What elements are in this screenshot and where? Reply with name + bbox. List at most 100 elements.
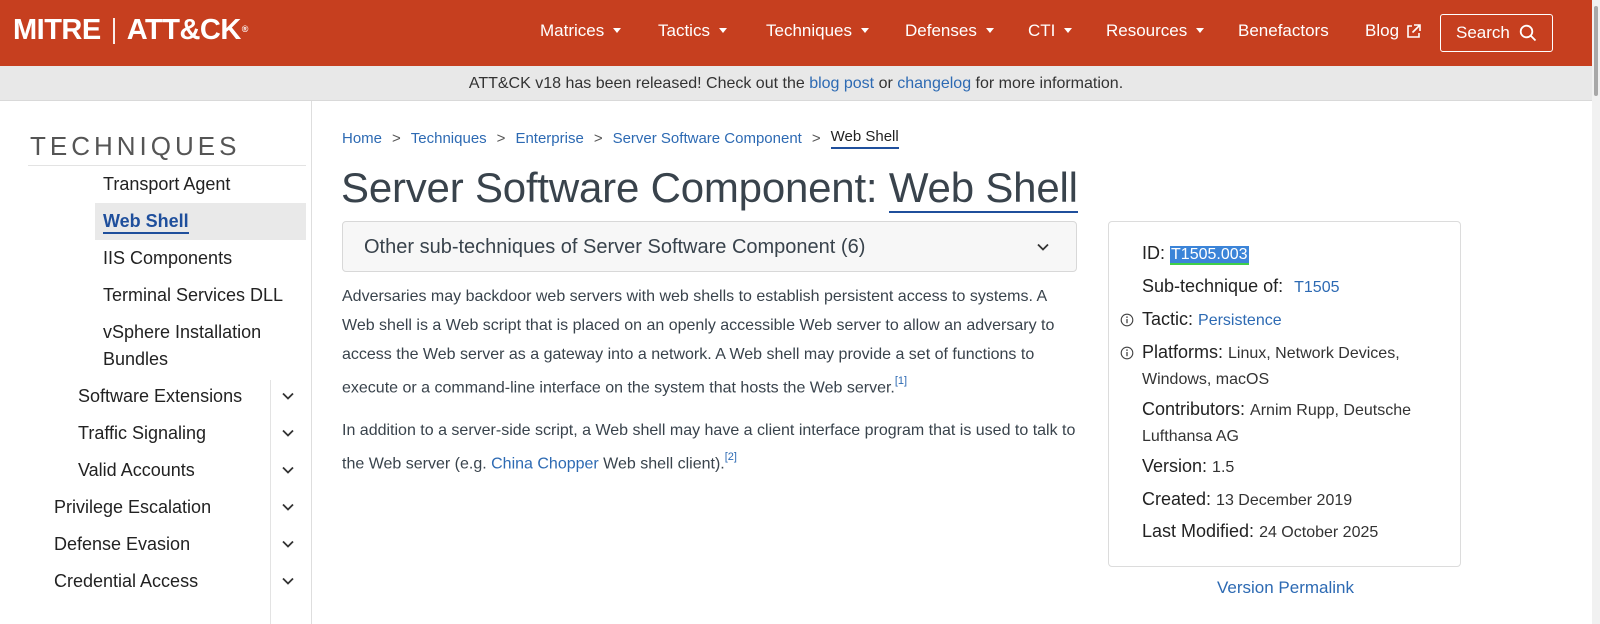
- breadcrumb-server-software-component[interactable]: Server Software Component: [613, 130, 802, 147]
- external-link-icon: [1407, 23, 1421, 38]
- sidebar-item-valid-accounts[interactable]: Valid Accounts: [78, 460, 195, 481]
- chevron-down-icon[interactable]: [281, 426, 295, 440]
- page-title-subtechnique: Web Shell: [888, 164, 1078, 213]
- breadcrumb-techniques[interactable]: Techniques: [411, 130, 487, 147]
- description-text: Web shell client).: [598, 455, 725, 473]
- sidebar-item-vsphere-installation[interactable]: vSphere Installation: [103, 322, 261, 343]
- breadcrumb-separator: >: [496, 130, 506, 147]
- chevron-down-icon[interactable]: [281, 537, 295, 551]
- card-modified-label: Last Modified:: [1142, 521, 1260, 541]
- logo-divider: [112, 17, 115, 44]
- china-chopper-link[interactable]: China Chopper: [491, 455, 599, 472]
- version-permalink-link[interactable]: Version Permalink: [1217, 578, 1354, 598]
- banner-text-mid: or: [874, 75, 898, 92]
- sidebar-item-iis-components[interactable]: IIS Components: [103, 248, 232, 269]
- card-version-row: Version: 1.5: [1142, 456, 1234, 477]
- page-title: Server Software Component: Web Shell: [341, 164, 1078, 213]
- nav-resources[interactable]: Resources: [1106, 21, 1205, 41]
- info-icon[interactable]: [1120, 346, 1134, 360]
- caret-down-icon: [861, 27, 870, 33]
- nav-tactics[interactable]: Tactics: [658, 21, 727, 41]
- breadcrumb-separator: >: [593, 130, 603, 147]
- nav-defenses-label: Defenses: [905, 21, 977, 40]
- nav-blog[interactable]: Blog: [1365, 21, 1421, 41]
- description-paragraph-1: Adversaries may backdoor web servers wit…: [342, 282, 1077, 402]
- card-subtechnique-label: Sub-technique of:: [1142, 276, 1284, 296]
- description-text: Adversaries may backdoor web servers wit…: [342, 288, 1055, 397]
- card-modified-value: 24 October 2025: [1259, 524, 1379, 541]
- sidebar-item-vsphere-bundles[interactable]: Bundles: [103, 349, 168, 370]
- banner-changelog-link[interactable]: changelog: [897, 75, 971, 92]
- nav-blog-label: Blog: [1365, 21, 1400, 40]
- card-id-row: ID: T1505.003: [1142, 243, 1249, 265]
- reference-2-link[interactable]: [2]: [725, 451, 737, 463]
- chevron-down-icon[interactable]: [281, 463, 295, 477]
- sidebar-item-label: Credential Access: [54, 571, 199, 591]
- reference-1-link[interactable]: [1]: [895, 375, 907, 387]
- chevron-down-icon[interactable]: [281, 500, 295, 514]
- nav-defenses[interactable]: Defenses: [905, 21, 994, 41]
- nav-benefactors-label: Benefactors: [1238, 21, 1329, 40]
- technique-info-card: [1108, 221, 1461, 567]
- sidebar-item-transport-agent[interactable]: Transport Agent: [103, 174, 230, 195]
- sidebar-item-label: Web Shell: [103, 211, 189, 234]
- sidebar-divider: [270, 380, 271, 624]
- sidebar-item-web-shell[interactable]: Web Shell: [103, 211, 189, 234]
- nav-cti[interactable]: CTI: [1028, 21, 1073, 41]
- banner-text-after: for more information.: [971, 75, 1124, 92]
- chevron-down-icon: [1037, 243, 1049, 251]
- nav-tactics-label: Tactics: [658, 21, 710, 40]
- card-modified-row: Last Modified: 24 October 2025: [1142, 521, 1378, 542]
- banner-blog-post-link[interactable]: blog post: [809, 75, 874, 92]
- card-version-label: Version:: [1142, 456, 1213, 476]
- search-button-label: Search: [1456, 23, 1510, 42]
- caret-down-icon: [718, 27, 727, 33]
- nav-benefactors[interactable]: Benefactors: [1238, 21, 1329, 41]
- sidebar-item-label: vSphere Installation: [103, 322, 262, 342]
- card-tactic-link[interactable]: Persistence: [1198, 312, 1282, 329]
- sidebar-item-label: Privilege Escalation: [54, 497, 212, 517]
- card-contributors-label: Contributors:: [1142, 399, 1251, 419]
- card-subtechnique-link[interactable]: T1505: [1294, 279, 1339, 296]
- logo-mitre-text: MITRE: [13, 14, 101, 46]
- page-scrollbar-thumb[interactable]: [1594, 6, 1598, 96]
- card-tactic-row: Tactic: Persistence: [1142, 309, 1282, 330]
- card-contributors-row: Contributors: Arnim Rupp, Deutsche Lufth…: [1142, 397, 1432, 449]
- breadcrumb-home[interactable]: Home: [342, 130, 382, 147]
- logo-attck-text: ATT&CK: [126, 14, 242, 46]
- breadcrumb-enterprise[interactable]: Enterprise: [515, 130, 583, 147]
- nav-matrices[interactable]: Matrices: [540, 21, 622, 41]
- sidebar-item-software-extensions[interactable]: Software Extensions: [78, 386, 242, 407]
- nav-matrices-label: Matrices: [540, 21, 605, 40]
- breadcrumb-separator: >: [392, 130, 401, 147]
- logo-registered-mark: ®: [241, 23, 249, 34]
- sidebar-title-divider: [28, 165, 306, 166]
- card-platforms-label: Platforms:: [1142, 342, 1229, 362]
- sidebar-item-label: Defense Evasion: [54, 534, 191, 554]
- nav-techniques-label: Techniques: [766, 21, 853, 40]
- sidebar-item-traffic-signaling[interactable]: Traffic Signaling: [78, 423, 206, 444]
- sidebar-item-label: Terminal Services DLL: [103, 285, 284, 305]
- card-created-value: 13 December 2019: [1216, 492, 1353, 509]
- dropdown-label: Other sub-techniques of Server Software …: [364, 236, 866, 258]
- search-button[interactable]: Search: [1440, 14, 1553, 52]
- breadcrumb-separator: >: [811, 130, 821, 147]
- sidebar-item-terminal-services-dll[interactable]: Terminal Services DLL: [103, 285, 283, 306]
- sidebar-item-label: Bundles: [103, 349, 169, 369]
- nav-techniques[interactable]: Techniques: [766, 21, 870, 41]
- sidebar-item-label: Traffic Signaling: [78, 423, 207, 443]
- sidebar-item-label: Valid Accounts: [78, 460, 195, 480]
- chevron-down-icon[interactable]: [281, 389, 295, 403]
- caret-down-icon: [1196, 27, 1205, 33]
- chevron-down-icon[interactable]: [281, 574, 295, 588]
- caret-down-icon: [613, 27, 622, 33]
- release-banner: ATT&CK v18 has been released! Check out …: [0, 66, 1592, 101]
- other-subtechniques-dropdown[interactable]: Other sub-techniques of Server Software …: [342, 221, 1077, 272]
- sidebar-item-credential-access[interactable]: Credential Access: [54, 571, 198, 592]
- caret-down-icon: [985, 27, 994, 33]
- sidebar-item-privilege-escalation[interactable]: Privilege Escalation: [54, 497, 211, 518]
- mitre-attck-logo[interactable]: MITRE ATT&CK ®: [13, 14, 248, 47]
- sidebar-item-defense-evasion[interactable]: Defense Evasion: [54, 534, 190, 555]
- info-icon[interactable]: [1120, 313, 1134, 327]
- banner-text-before: ATT&CK v18 has been released! Check out …: [468, 75, 810, 92]
